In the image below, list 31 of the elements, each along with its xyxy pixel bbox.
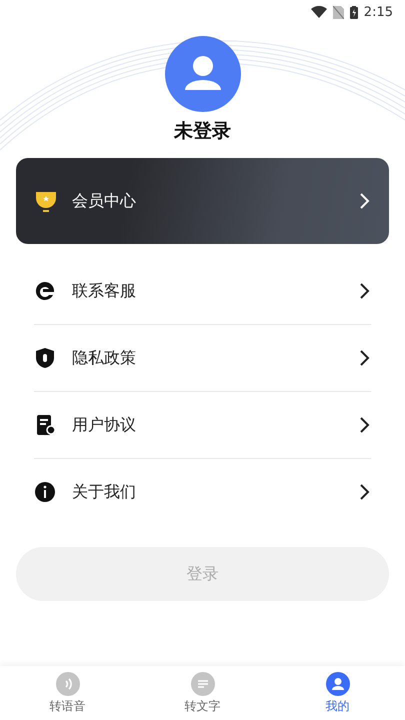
no-sim-icon [332,6,344,18]
menu-item[interactable]: 隐私政策 [34,325,371,392]
chevron-icon [359,483,371,501]
battery-icon [350,6,358,18]
tab[interactable]: 转语音 [0,666,135,720]
sound-icon [56,672,80,696]
login-status-text: 未登录 [174,119,231,144]
menu-item[interactable]: 用户协议 [34,392,371,459]
tab[interactable]: 转文字 [135,666,270,720]
menu-item[interactable]: 联系客服 [34,258,371,325]
text-icon [190,672,214,696]
clock-time: 2:15 [364,4,393,20]
member-center-label: 会员中心 [72,190,137,212]
chevron-icon [359,349,371,367]
chevron-icon [359,416,371,434]
crown-badge-icon [34,189,58,213]
document-icon [34,414,56,436]
wifi-icon [310,6,327,18]
menu-item[interactable]: 关于我们 [34,459,371,525]
menu-item-label: 隐私政策 [72,348,137,368]
chevron-icon [359,192,371,210]
shield-lock-icon [34,347,56,369]
menu-item-label: 用户协议 [72,414,137,436]
chevron-icon [359,282,371,300]
avatar-icon[interactable] [164,36,240,112]
menu-item-label: 联系客服 [72,280,137,302]
user-icon [326,672,350,696]
tab[interactable]: 我的 [270,666,405,720]
member-center-card[interactable]: 会员中心 [16,158,389,244]
menu-item-label: 关于我们 [72,482,137,502]
info-icon [34,481,56,503]
